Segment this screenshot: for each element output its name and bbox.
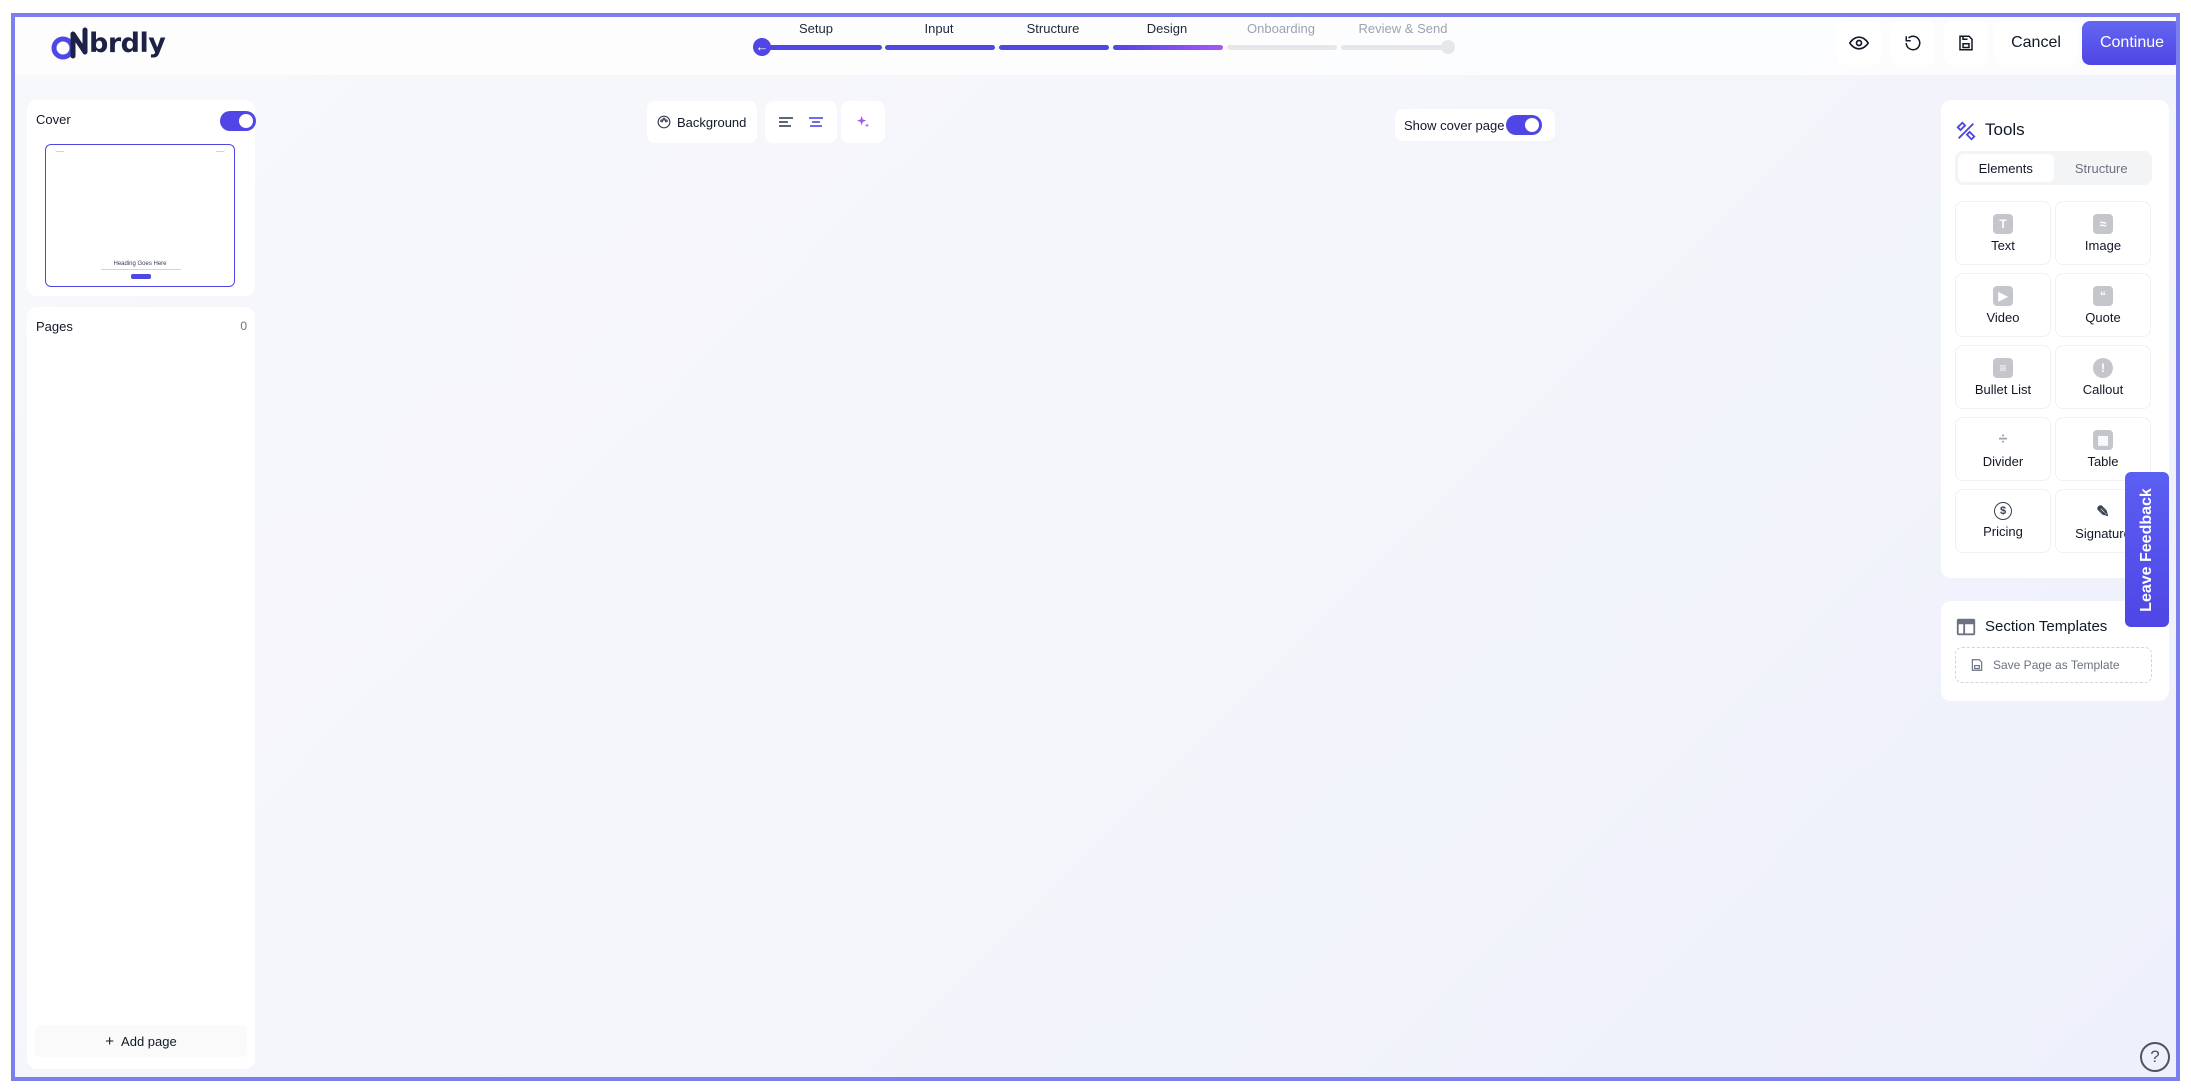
step-bar-onboarding [1227,45,1337,50]
alignment-group [765,101,837,143]
tools-tabs: Elements Structure [1955,151,2152,185]
help-icon[interactable]: ? [2140,1042,2170,1072]
signature-icon: ✎ [2096,504,2110,521]
onbrdly-logo-icon [51,27,88,60]
pages-count: 0 [240,319,247,333]
element-text-label: Text [1991,238,2015,253]
add-page-button[interactable]: + Add page [35,1025,247,1057]
step-bar-review [1341,45,1449,50]
tab-structure[interactable]: Structure [2054,154,2150,182]
cover-thumbnail[interactable]: Heading Goes Here [45,144,235,287]
continue-button[interactable]: Continue [2082,21,2176,65]
cover-label: Cover [36,112,71,127]
step-bar-design [1113,45,1223,50]
leave-feedback-label: Leave Feedback [2138,487,2155,612]
thumb-date-line [216,151,224,152]
image-icon: ≈ [2093,214,2113,234]
app-frame: brdly Setup Input Structure Design Onboa… [11,13,2180,1081]
thumbnail-button [131,274,151,279]
element-text[interactable]: T Text [1955,201,2051,265]
palette-icon [657,115,671,129]
step-bar-setup [761,45,882,50]
sparkles-icon [857,116,869,128]
element-table-label: Table [2087,454,2119,469]
text-icon: T [1993,214,2013,234]
save-button[interactable] [1944,21,1988,65]
show-cover-toggle[interactable] [1506,115,1542,135]
logo-text: brdly [89,27,166,59]
eye-icon [1849,36,1869,50]
element-callout[interactable]: ! Callout [2055,345,2151,409]
video-icon: ▶ [1993,286,2013,306]
step-bar-input [885,45,995,50]
tab-elements[interactable]: Elements [1958,154,2054,182]
table-icon: ▦ [2093,430,2113,450]
element-bullet-list-label: Bullet List [1974,382,2032,397]
element-pricing[interactable]: $ Pricing [1955,489,2051,553]
element-pricing-label: Pricing [1983,524,2023,539]
show-cover-switch: Show cover page [1395,109,1555,141]
step-onboarding[interactable]: Onboarding [1211,21,1351,36]
quote-icon: “ [2093,286,2113,306]
pricing-icon: $ [1994,502,2012,520]
background-button[interactable]: Background [647,101,757,143]
element-callout-label: Callout [2082,382,2124,397]
element-image-label: Image [2084,238,2122,253]
section-templates-title: Section Templates [1985,618,2108,635]
divider-icon: ÷ [1998,431,2008,448]
element-video-label: Video [1986,310,2020,325]
preview-button[interactable] [1837,21,1881,65]
tools-title: Tools [1985,120,2025,139]
top-header: brdly Setup Input Structure Design Onboa… [15,17,2176,75]
element-quote-label: Quote [2085,310,2121,325]
callout-icon: ! [2093,358,2113,378]
thumb-logo-line [56,151,64,152]
save-template-label: Save Page as Template [1993,658,2120,672]
layout-template-icon [1956,618,1976,636]
back-arrow-icon[interactable]: ← [753,38,771,56]
add-page-label: Add page [121,1033,177,1049]
save-page-as-template-button[interactable]: Save Page as Template [1955,647,2152,683]
save-icon [1959,35,1973,51]
cover-toggle[interactable] [220,111,256,131]
cancel-button[interactable]: Cancel [1995,21,2077,65]
thumbnail-divider [101,269,181,270]
show-cover-label: Show cover page [1404,117,1505,133]
ai-magic-button[interactable] [841,101,885,143]
leave-feedback-tab[interactable]: Leave Feedback [2125,472,2169,627]
logo[interactable]: brdly [51,23,166,63]
progress-stepper: Setup Input Structure Design Onboarding … [751,17,1471,75]
step-review-send[interactable]: Review & Send [1333,21,1473,36]
cover-panel: Cover Heading Goes Here [27,100,256,296]
element-divider[interactable]: ÷ Divider [1955,417,2051,481]
step-end-dot [1441,40,1455,54]
save-icon [1971,659,1983,671]
tools-icon [1956,121,1976,141]
element-quote[interactable]: “ Quote [2055,273,2151,337]
element-signature-label: Signature [2075,526,2131,541]
thumbnail-heading: Heading Goes Here [113,261,167,267]
background-label: Background [677,114,747,130]
element-video[interactable]: ▶ Video [1955,273,2051,337]
pages-panel: Pages 0 + Add page [27,307,255,1069]
element-divider-label: Divider [1982,454,2024,469]
undo-icon [1905,35,1921,51]
pages-label: Pages [36,319,73,334]
element-image[interactable]: ≈ Image [2055,201,2151,265]
element-bullet-list[interactable]: ≡ Bullet List [1955,345,2051,409]
align-left-icon[interactable] [778,115,794,129]
plus-icon: + [105,1032,115,1050]
bullet-list-icon: ≡ [1993,358,2013,378]
align-center-icon[interactable] [808,115,824,129]
undo-button[interactable] [1891,21,1935,65]
step-setup[interactable]: Setup [746,21,886,36]
step-bar-structure [999,45,1109,50]
